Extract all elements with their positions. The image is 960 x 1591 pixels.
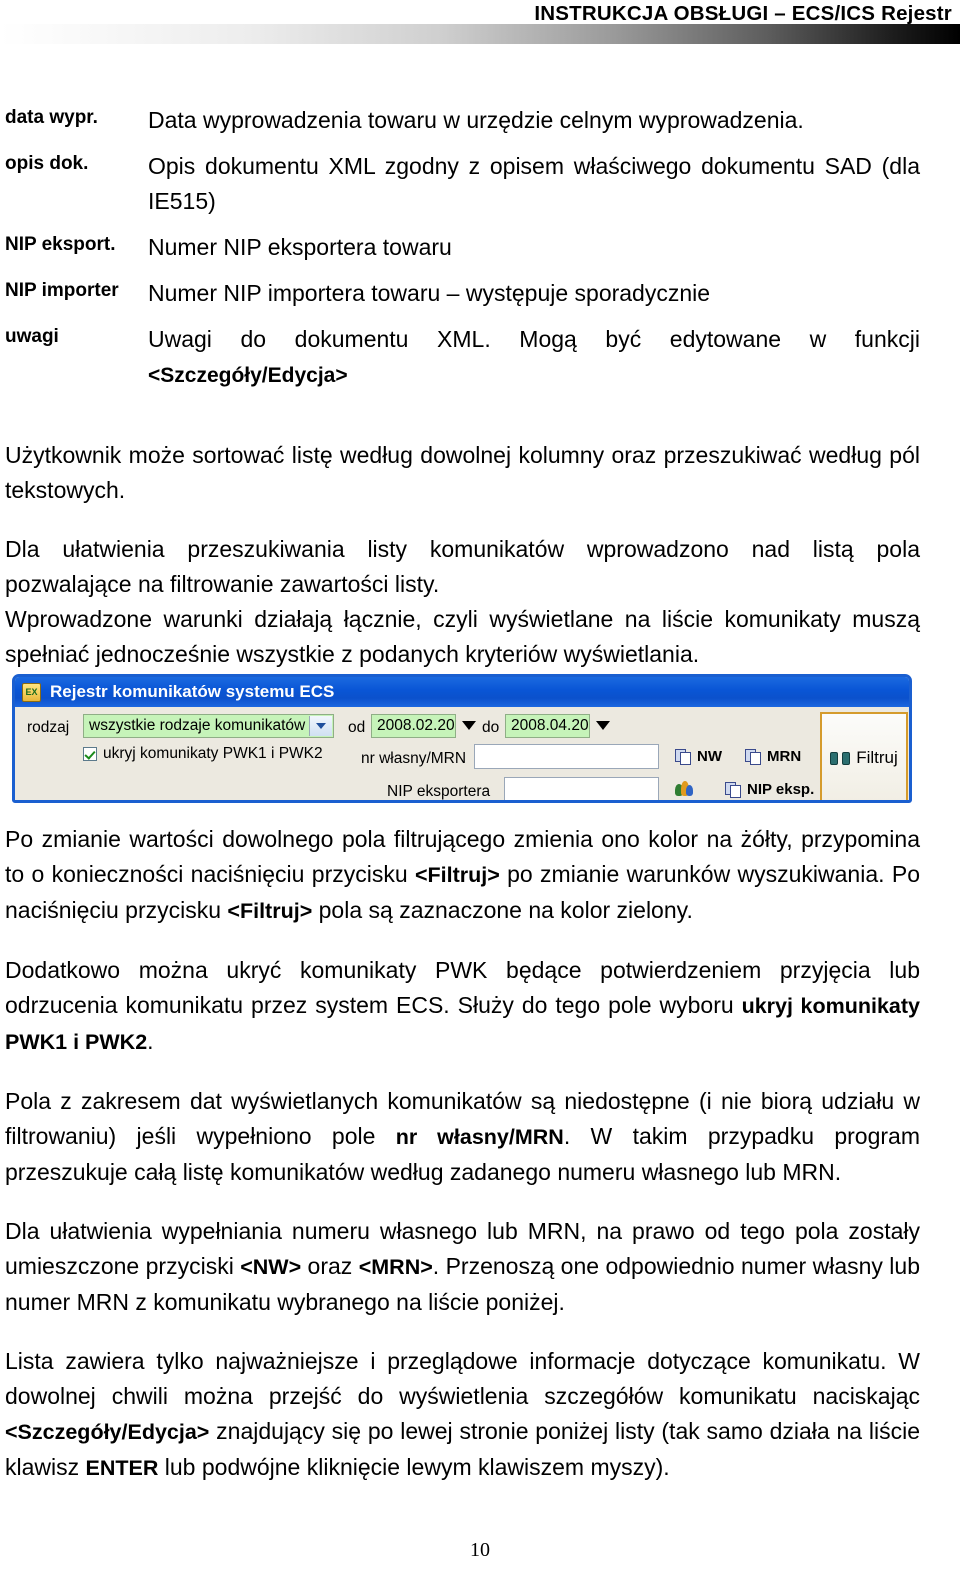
paragraph-filter-intro: Dla ułatwienia przeszukiwania listy komu…	[5, 536, 920, 597]
copy-icon	[745, 748, 762, 765]
person-blue-glyph	[686, 785, 693, 796]
paragraph-nw-mrn-buttons: Dla ułatwienia wypełniania numeru własne…	[5, 1214, 920, 1320]
p7-text-3: lub podwójne kliknięcie lewym klawiszem …	[158, 1454, 670, 1480]
field-definition-list: data wypr. Data wyprowadzenia towaru w u…	[5, 103, 920, 393]
mrn-input[interactable]	[474, 744, 659, 769]
application-icon: EX	[22, 682, 41, 702]
definition-term: NIP importer	[5, 280, 119, 301]
paragraph-hide-pwk: Dodatkowo można ukryć komunikaty PWK będ…	[5, 953, 920, 1060]
rodzaj-combobox[interactable]: wszystkie rodzaje komunikatów	[83, 714, 334, 738]
embedded-screenshot: EX Rejestr komunikatów systemu ECS rodza…	[8, 671, 920, 809]
date-from-dropdown-icon[interactable]	[462, 721, 476, 730]
p7-bold-details: <Szczegóły/Edycja>	[5, 1420, 210, 1444]
definition-term: NIP eksport.	[5, 234, 116, 255]
date-from-field[interactable]: 2008.02.20	[371, 714, 456, 738]
rodzaj-value: wszystkie rodzaje komunikatów	[89, 717, 306, 734]
header-gradient-rule	[0, 24, 960, 44]
od-label: od	[348, 719, 366, 736]
p5-bold-mrn: nr własny/MRN	[395, 1125, 564, 1149]
definition-description: Uwagi do dokumentu XML. Mogą być edytowa…	[148, 322, 920, 393]
paragraph-yellow-green: Po zmianie wartości dowolnego pola filtr…	[5, 822, 920, 929]
copy-icon	[725, 781, 742, 798]
definition-emphasis: <Szczegóły/Edycja>	[148, 364, 348, 387]
paragraph-filter-conditions: Wprowadzone warunki działają łącznie, cz…	[5, 606, 920, 667]
copy-mrn-label: MRN	[767, 748, 802, 765]
copy-icon	[675, 748, 692, 765]
definition-description: Opis dokumentu XML zgodny z opisem właśc…	[148, 153, 920, 214]
paragraph-sorting: Użytkownik może sortować listę według do…	[5, 442, 920, 503]
hide-pwk-checkbox-row[interactable]: ukryj komunikaty PWK1 i PWK2	[83, 745, 323, 763]
date-from-value: 2008.02.20	[377, 717, 455, 734]
p3-bold-filtruj-2: <Filtruj>	[227, 899, 313, 923]
p7-bold-enter: ENTER	[85, 1456, 159, 1480]
copy-mrn-button[interactable]: MRN	[745, 748, 801, 765]
p6-text-2: oraz	[301, 1253, 359, 1279]
p3-text-3: pola są zaznaczone na kolor zielony.	[312, 897, 693, 923]
p3-bold-filtruj-1: <Filtruj>	[414, 863, 500, 887]
filtruj-label: Filtruj	[856, 748, 898, 767]
header-title: INSTRUKCJA OBSŁUGI – ECS/ICS Rejestr	[534, 2, 952, 25]
screenshot-canvas: EX Rejestr komunikatów systemu ECS rodza…	[8, 671, 920, 809]
definition-row: data wypr. Data wyprowadzenia towaru w u…	[5, 103, 920, 138]
document-body: data wypr. Data wyprowadzenia towaru w u…	[5, 103, 920, 672]
definition-description: Data wyprowadzenia towaru w urzędzie cel…	[148, 107, 804, 133]
p6-bold-mrn: <MRN>	[358, 1255, 433, 1279]
page-number: 10	[470, 1539, 490, 1561]
definition-term: uwagi	[5, 326, 59, 347]
p4-text-2: .	[147, 1028, 154, 1054]
definition-description: Numer NIP importera towaru – występuje s…	[148, 280, 711, 306]
copy-nw-label: NW	[697, 748, 722, 765]
contacts-icon[interactable]	[675, 780, 693, 797]
p7-text-1: Lista zawiera tylko najważniejsze i prze…	[5, 1348, 920, 1409]
filtruj-button[interactable]: Filtruj	[820, 712, 908, 800]
definition-text: Uwagi do dokumentu XML. Mogą być edytowa…	[148, 326, 920, 352]
binoculars-icon	[830, 750, 851, 766]
hide-pwk-checkbox[interactable]	[83, 747, 97, 761]
date-to-dropdown-icon[interactable]	[596, 721, 610, 730]
p6-bold-nw: <NW>	[240, 1255, 302, 1279]
paragraph-date-disabled: Pola z zakresem dat wyświetlanych komuni…	[5, 1084, 920, 1190]
page-header: INSTRUKCJA OBSŁUGI – ECS/ICS Rejestr	[0, 0, 960, 46]
definition-row: uwagi Uwagi do dokumentu XML. Mogą być e…	[5, 322, 920, 393]
chevron-down-icon	[316, 723, 326, 729]
mrn-label: nr własny/MRN	[361, 750, 467, 767]
hide-pwk-label: ukryj komunikaty PWK1 i PWK2	[103, 745, 323, 762]
window-title: Rejestr komunikatów systemu ECS	[50, 682, 335, 701]
do-label: do	[482, 719, 500, 736]
document-body-lower: Po zmianie wartości dowolnego pola filtr…	[5, 822, 920, 1486]
copy-nip-button[interactable]: NIP eksp.	[725, 781, 814, 798]
rodzaj-label: rodzaj	[27, 719, 70, 736]
nip-label: NIP eksportera	[387, 783, 491, 800]
window-body: rodzaj wszystkie rodzaje komunikatów od …	[15, 707, 909, 800]
date-to-value: 2008.04.20	[511, 717, 589, 734]
ecs-filter-window: EX Rejestr komunikatów systemu ECS rodza…	[12, 674, 912, 803]
definition-row: NIP eksport. Numer NIP eksportera towaru	[5, 230, 920, 265]
definition-row: NIP importer Numer NIP importera towaru …	[5, 276, 920, 311]
date-to-field[interactable]: 2008.04.20	[505, 714, 590, 738]
definition-description: Numer NIP eksportera towaru	[148, 234, 452, 260]
nip-input[interactable]	[504, 777, 659, 800]
rodzaj-dropdown-button[interactable]	[309, 716, 332, 736]
copy-nip-label: NIP eksp.	[747, 781, 815, 798]
paragraph-details-edit: Lista zawiera tylko najważniejsze i prze…	[5, 1344, 920, 1486]
copy-nw-button[interactable]: NW	[675, 748, 722, 765]
window-titlebar: EX Rejestr komunikatów systemu ECS	[15, 677, 909, 707]
definition-row: opis dok. Opis dokumentu XML zgodny z op…	[5, 149, 920, 219]
definition-term: opis dok.	[5, 153, 89, 174]
definition-term: data wypr.	[5, 107, 98, 128]
